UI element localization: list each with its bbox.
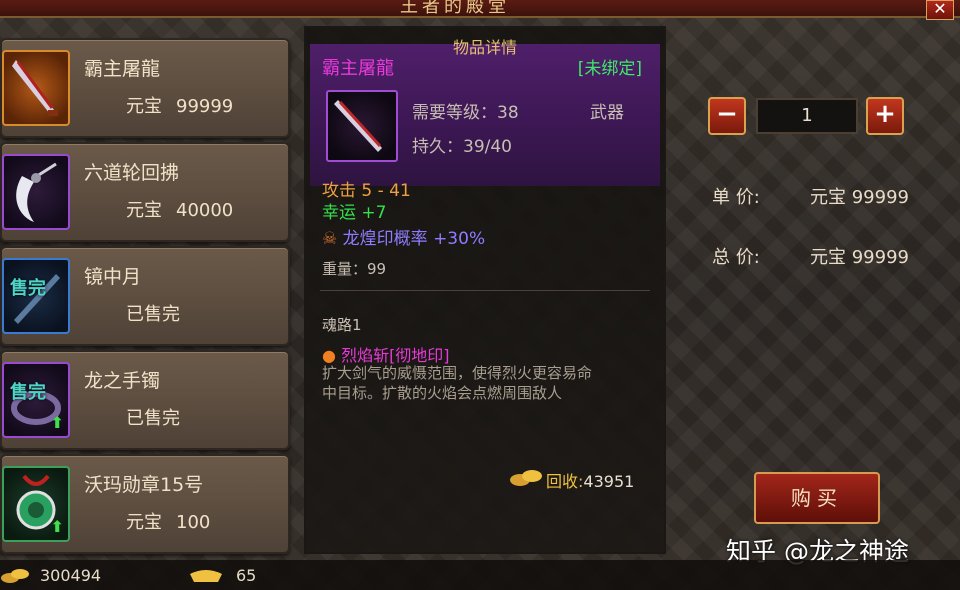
ingot-icon [190, 570, 222, 582]
whisk-icon [2, 154, 70, 230]
coins-icon [510, 470, 542, 486]
shop-item-bazhu[interactable]: 霸主屠龍 元宝 99999 [0, 38, 290, 138]
durability: 持久：39/40 [412, 137, 512, 157]
total-price-label: 总 价: [712, 247, 760, 268]
bracelet-icon: 售完 ⬆ [2, 362, 70, 438]
item-price: 元宝 99999 [126, 96, 234, 117]
quantity-input[interactable]: 1 [756, 98, 858, 134]
medal-icon: ⬆ [2, 466, 70, 542]
item-status: 已售完 [126, 304, 180, 325]
recycle-value: 回收:43951 [546, 472, 635, 491]
shop-item-longzhishouzhuo[interactable]: 售完 ⬆ 龙之手镯 已售完 [0, 350, 290, 450]
close-icon: ✕ [933, 0, 947, 18]
skill-description-line-2: 中目标。扩散的火焰会点燃周围敌人 [322, 384, 563, 402]
item-detail-panel: 物品详情 霸主屠龍 [未绑定] 需要等级：38 武器 持久：39/40 攻击 5… [304, 26, 666, 554]
gold-coins-icon [1, 569, 29, 583]
increase-quantity-button[interactable]: + [866, 97, 904, 135]
buy-button[interactable]: 购买 [754, 472, 880, 524]
item-status: 已售完 [126, 408, 180, 429]
sold-out-tag: 售完 [10, 278, 46, 299]
shop-item-list: 霸主屠龍 元宝 99999 六道轮回拂 元宝 40000 售完 镜中月 已售完 售完… [0, 24, 296, 554]
currency-bar [0, 560, 960, 590]
item-price: 元宝 100 [126, 512, 211, 533]
divider [320, 290, 650, 291]
seal-rate-stat: ☠ 龙煌印概率 +30% [322, 229, 486, 249]
item-type: 武器 [590, 103, 624, 123]
unit-price-label: 单 价: [712, 187, 760, 208]
detail-item-name: 霸主屠龍 [322, 58, 394, 79]
sword-icon [2, 50, 70, 126]
ingot-amount: 65 [236, 566, 257, 585]
skill-description-line-1: 扩大剑气的威慑范围，使得烈火更容易命 [322, 364, 593, 382]
item-name: 沃玛勋章15号 [84, 474, 204, 496]
item-name: 六道轮回拂 [84, 162, 180, 184]
sword-icon [326, 90, 398, 162]
unit-price-value: 元宝 99999 [810, 187, 909, 208]
shop-item-woma-medal[interactable]: ⬆ 沃玛勋章15号 元宝 100 [0, 454, 290, 554]
shop-item-jingzhongyue[interactable]: 售完 镜中月 已售完 [0, 246, 290, 346]
sold-out-tag: 售完 [10, 382, 46, 403]
item-name: 霸主屠龍 [84, 58, 161, 80]
item-name: 镜中月 [84, 266, 142, 288]
luck-stat: 幸运 +7 [322, 203, 387, 223]
blade-icon: 售完 [2, 258, 70, 334]
window-title: 王者的殿堂 [400, 0, 510, 17]
gold-amount: 300494 [40, 566, 102, 585]
soul-path-title: 魂路1 [322, 316, 362, 334]
decrease-quantity-button[interactable]: − [708, 97, 746, 135]
bind-status: [未绑定] [577, 59, 642, 79]
item-name: 龙之手镯 [84, 370, 161, 392]
total-price-value: 元宝 99999 [810, 247, 909, 268]
upgrade-arrow-icon: ⬆ [50, 517, 64, 536]
level-requirement: 需要等级：38 [412, 103, 519, 123]
window-titlebar: 王者的殿堂 ✕ [0, 0, 960, 20]
close-button[interactable]: ✕ [926, 0, 954, 20]
item-price: 元宝 40000 [126, 200, 234, 221]
upgrade-arrow-icon: ⬆ [50, 413, 64, 432]
skull-icon: ☠ [322, 229, 338, 249]
weight-stat: 重量：99 [322, 260, 387, 278]
shop-item-liudao[interactable]: 六道轮回拂 元宝 40000 [0, 142, 290, 242]
